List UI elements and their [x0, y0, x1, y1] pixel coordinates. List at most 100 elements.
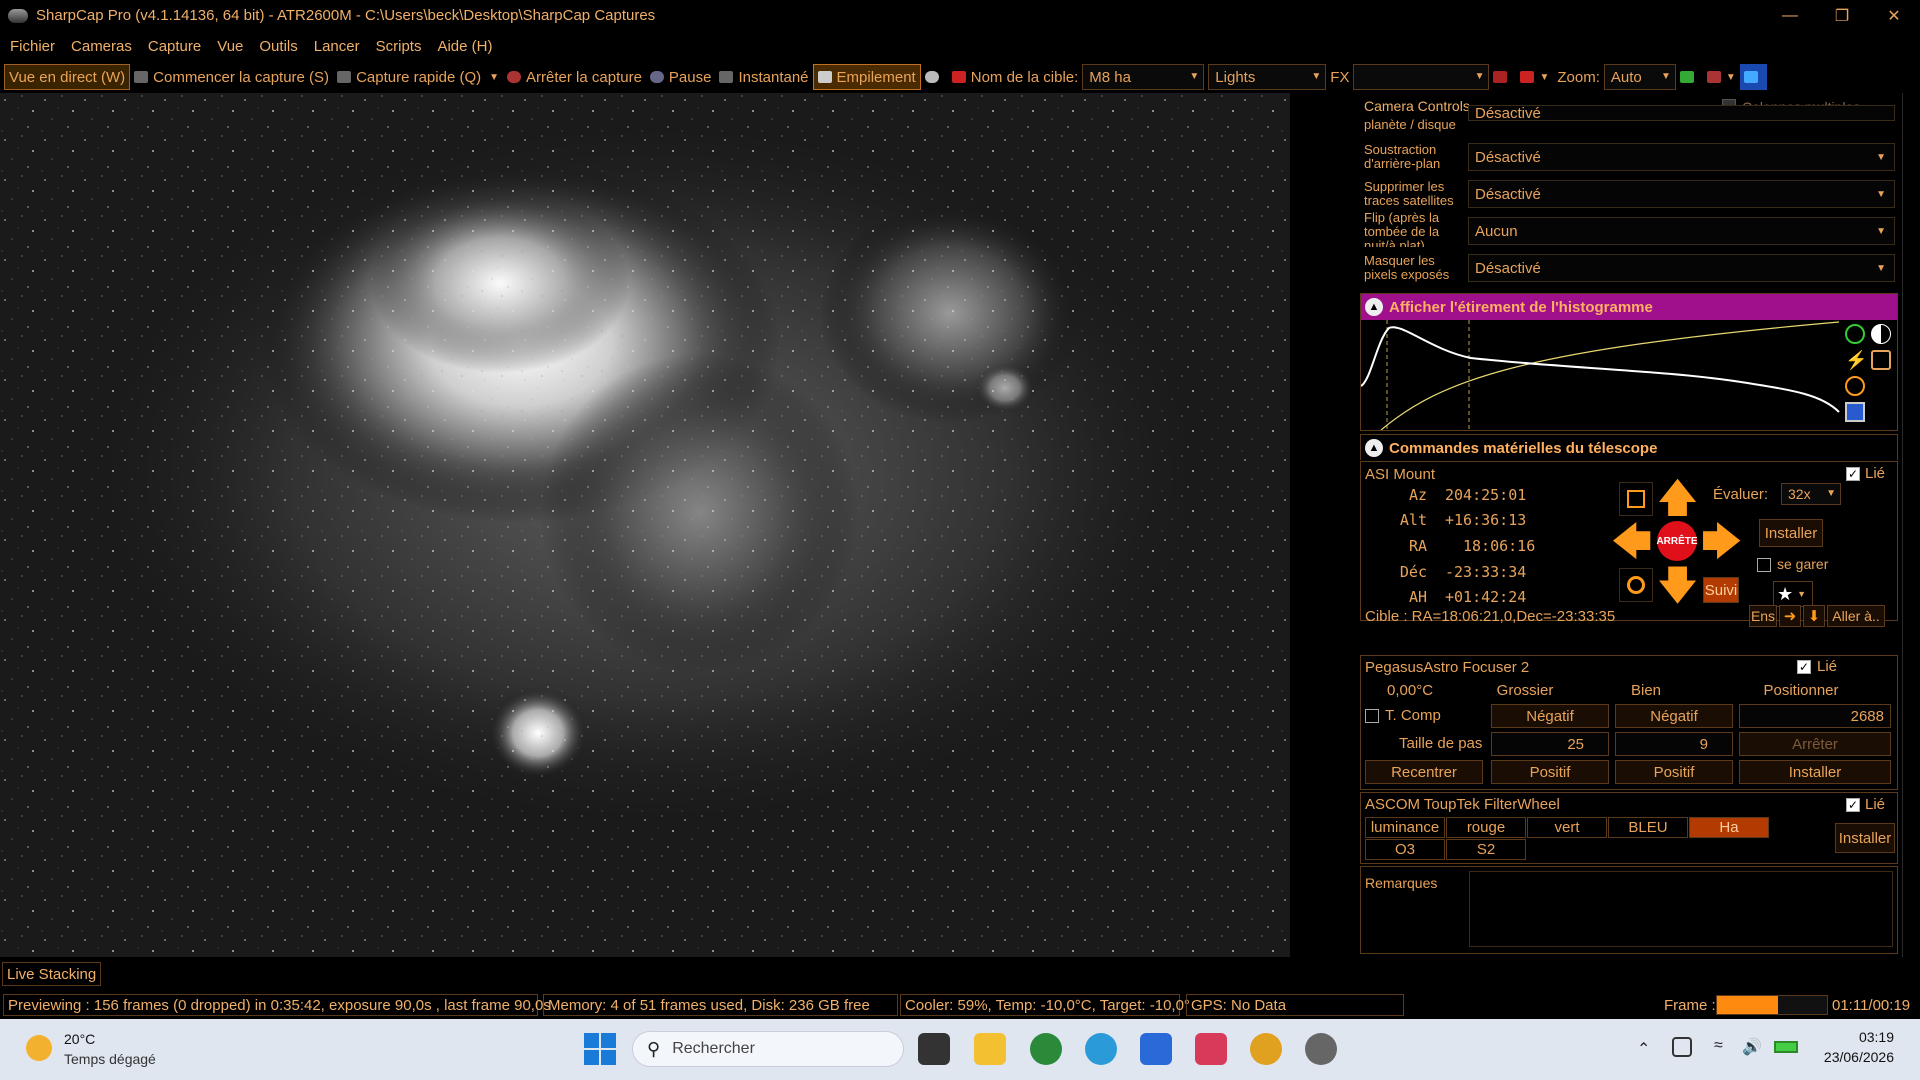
quick-capture-button[interactable]: Capture rapide (Q) ▼	[333, 64, 503, 90]
fine-positive-button[interactable]: Positif	[1615, 760, 1733, 784]
sync-icon[interactable]	[1619, 482, 1653, 516]
lock-icon[interactable]	[1871, 350, 1891, 370]
menu-aide[interactable]: Aide (H)	[431, 38, 498, 55]
focuser-install-button[interactable]: Installer	[1739, 760, 1891, 784]
lightning-icon[interactable]: ⚡	[1845, 350, 1867, 370]
filterwheel-install-button[interactable]: Installer	[1835, 823, 1895, 853]
filter-rouge[interactable]: rouge	[1446, 817, 1526, 838]
collapse-icon[interactable]: ▲	[1365, 298, 1383, 316]
stacking-button[interactable]: Empilement	[812, 64, 921, 90]
maximize-button[interactable]: ❐	[1816, 0, 1868, 31]
chrome-icon[interactable]	[1250, 1033, 1282, 1065]
menu-cameras[interactable]: Cameras	[65, 38, 138, 55]
menu-lancer[interactable]: Lancer	[308, 38, 366, 55]
zoom-select[interactable]: Auto ▼	[1603, 64, 1676, 90]
arrow-up-icon[interactable]: 🡅	[1657, 478, 1698, 518]
filter-bleu[interactable]: BLEU	[1608, 817, 1688, 838]
arrow-down-small-icon[interactable]: ⬇	[1803, 605, 1825, 627]
planet-disk-select[interactable]: Désactivé	[1468, 105, 1895, 121]
pen-button[interactable]	[1739, 64, 1767, 90]
satellite-trails-select[interactable]: Désactivé ▼	[1468, 180, 1895, 208]
filterwheel-linked-checkbox[interactable]: ✓	[1846, 798, 1860, 812]
power-icon[interactable]	[1845, 324, 1865, 344]
sharpcap-taskbar-icon[interactable]	[1305, 1033, 1337, 1065]
fine-step-input[interactable]: 9	[1615, 732, 1733, 756]
menu-scripts[interactable]: Scripts	[370, 38, 428, 55]
tracking-button[interactable]: Suivi	[1703, 577, 1739, 603]
fx-select[interactable]: ▼	[1353, 64, 1490, 90]
notes-textarea[interactable]	[1469, 871, 1893, 947]
focuser-linked-checkbox[interactable]: ✓	[1797, 660, 1811, 674]
clock-date[interactable]: 23/06/2026	[1816, 1049, 1894, 1065]
live-view-button[interactable]: Vue en direct (W)	[4, 64, 131, 90]
filter-s2[interactable]: S2	[1446, 839, 1526, 860]
collapse-icon[interactable]: ▲	[1365, 439, 1383, 457]
edge-icon[interactable]	[1085, 1033, 1117, 1065]
close-button[interactable]: ✕	[1868, 0, 1920, 31]
moon-icon[interactable]	[26, 1035, 52, 1061]
windows-start-icon[interactable]	[584, 1033, 616, 1065]
goto-button[interactable]: Aller à..	[1827, 605, 1885, 627]
stop-mount-button[interactable]: ARRÊTE	[1656, 521, 1698, 561]
fine-negative-button[interactable]: Négatif	[1615, 704, 1733, 728]
filter-o3[interactable]: O3	[1365, 839, 1445, 860]
flip-select[interactable]: Aucun ▼	[1468, 217, 1895, 245]
background-subtraction-select[interactable]: Désactivé ▼	[1468, 143, 1895, 171]
settings-button[interactable]: ▼	[1703, 64, 1740, 90]
pause-button[interactable]: Pause	[646, 64, 716, 90]
rate-select[interactable]: 32x ▼	[1781, 483, 1841, 505]
coarse-step-input[interactable]: 25	[1491, 732, 1609, 756]
home-icon[interactable]	[1619, 568, 1653, 602]
chevron-down-icon[interactable]: ▼	[489, 72, 499, 83]
position-input[interactable]: 2688	[1739, 704, 1891, 728]
file-explorer-icon[interactable]	[974, 1033, 1006, 1065]
start-capture-button[interactable]: Commencer la capture (S)	[130, 64, 333, 90]
recenter-button[interactable]: Recentrer	[1365, 760, 1483, 784]
refresh-icon[interactable]	[1845, 376, 1865, 396]
app-red-icon[interactable]	[1195, 1033, 1227, 1065]
sphere-button[interactable]	[921, 64, 948, 90]
taskbar-search[interactable]: ⚲ Rechercher	[632, 1031, 904, 1067]
snapshot-button[interactable]: Instantané	[715, 64, 812, 90]
stop-capture-button[interactable]: Arrêter la capture	[503, 64, 646, 90]
arrow-left-icon[interactable]: 🡄	[1611, 522, 1652, 562]
menu-fichier[interactable]: Fichier	[4, 38, 61, 55]
contrast-icon[interactable]	[1871, 324, 1891, 344]
crop-button[interactable]	[1489, 64, 1516, 90]
network-off-icon[interactable]	[1672, 1037, 1692, 1057]
histogram-plot[interactable]	[1361, 320, 1841, 430]
mount-linked-checkbox[interactable]: ✓	[1846, 467, 1860, 481]
arrow-right-small-icon[interactable]: ➜	[1779, 605, 1801, 627]
target-name-input[interactable]: M8 ha ▼	[1082, 64, 1205, 90]
live-image-view[interactable]	[0, 93, 1290, 957]
live-stacking-tab[interactable]: Live Stacking	[2, 962, 102, 986]
histogram-header[interactable]: ▲ Afficher l'étirement de l'histogramme	[1361, 294, 1897, 320]
save-icon[interactable]	[1845, 402, 1865, 422]
app-green-icon[interactable]	[1030, 1033, 1062, 1065]
panel-scrollbar[interactable]	[1902, 93, 1918, 957]
store-icon[interactable]	[1140, 1033, 1172, 1065]
task-view-icon[interactable]	[918, 1033, 950, 1065]
tcomp-checkbox[interactable]	[1365, 709, 1379, 723]
set-button[interactable]: Ens	[1749, 605, 1777, 627]
menu-capture[interactable]: Capture	[142, 38, 207, 55]
clock-time[interactable]: 03:19	[1848, 1029, 1894, 1045]
coarse-negative-button[interactable]: Négatif	[1491, 704, 1609, 728]
arrow-right-icon[interactable]: 🡆	[1701, 522, 1742, 562]
telescope-header[interactable]: ▲ Commandes matérielles du télescope	[1361, 435, 1897, 461]
wifi-icon[interactable]: ≈	[1714, 1037, 1723, 1055]
frame-type-select[interactable]: Lights ▼	[1208, 64, 1327, 90]
volume-icon[interactable]: 🔊	[1742, 1037, 1762, 1057]
focuser-stop-button[interactable]: Arrêter	[1739, 732, 1891, 756]
coarse-positive-button[interactable]: Positif	[1491, 760, 1609, 784]
battery-icon[interactable]	[1774, 1041, 1798, 1053]
mask-pixels-select[interactable]: Désactivé ▼	[1468, 254, 1895, 282]
park-checkbox[interactable]	[1757, 558, 1771, 572]
filter-ha[interactable]: Ha	[1689, 817, 1769, 838]
filter-vert[interactable]: vert	[1527, 817, 1607, 838]
star-button[interactable]: ★ ▼	[1773, 581, 1813, 607]
chevron-up-icon[interactable]: ⌃	[1637, 1039, 1650, 1059]
histogram-button[interactable]	[1676, 64, 1703, 90]
minimize-button[interactable]: —	[1764, 0, 1816, 31]
menu-vue[interactable]: Vue	[211, 38, 249, 55]
